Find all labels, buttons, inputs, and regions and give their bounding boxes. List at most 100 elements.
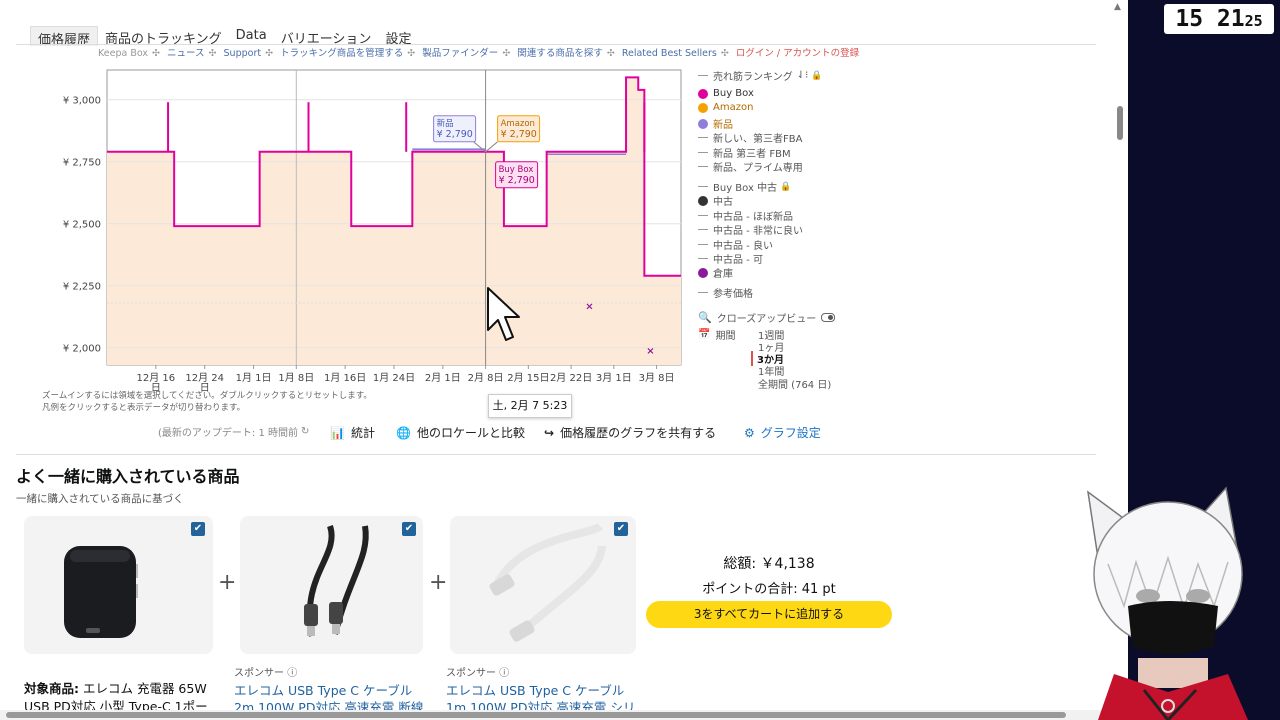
calendar-icon: 📅 xyxy=(698,329,711,340)
price-history-chart[interactable]: ¥ 3,000¥ 2,750¥ 2,500¥ 2,250¥ 2,00012月 1… xyxy=(40,62,700,392)
last-update: (最新のアップデート: 1 時間前 ↻ xyxy=(158,426,310,439)
scroll-up-arrow-icon[interactable]: ▲ xyxy=(1114,2,1121,12)
y-tick-label: ¥ 2,750 xyxy=(63,158,101,169)
bar-chart-icon: ⇃⁝ xyxy=(796,70,809,81)
legend-item[interactable]: 倉庫 xyxy=(698,265,733,280)
x-tick-label: 2月 15日 xyxy=(507,372,549,384)
legend-item[interactable]: 中古品 - 良い xyxy=(698,237,773,252)
manage-tracking-link[interactable]: トラッキング商品を管理する xyxy=(280,48,403,59)
y-tick-label: ¥ 2,500 xyxy=(63,220,101,231)
legend-dash-icon xyxy=(698,186,708,187)
y-tick-label: ¥ 2,250 xyxy=(63,282,101,293)
product-card-charger[interactable]: ✔ xyxy=(24,516,213,654)
tab-settings[interactable]: 設定 xyxy=(378,26,418,47)
legend-label: 新品 xyxy=(713,120,733,131)
legend-item[interactable]: Amazon xyxy=(698,102,753,113)
checkbox-white-cable[interactable]: ✔ xyxy=(614,522,628,536)
buy-box-price-tooltip-value: ¥ 2,790 xyxy=(499,175,535,186)
x-tick-label: 1月 1日 xyxy=(236,372,272,384)
refresh-icon[interactable]: ↻ xyxy=(301,426,309,437)
y-tick-label: ¥ 3,000 xyxy=(63,96,101,107)
charger-image xyxy=(64,546,138,638)
login-link[interactable]: ログイン / アカウントの登録 xyxy=(736,48,859,59)
tab-price-history[interactable]: 価格履歴 xyxy=(30,26,99,48)
tab-data[interactable]: Data xyxy=(229,26,274,46)
legend-item[interactable]: 中古 xyxy=(698,193,733,208)
legend-item[interactable]: 新しい、第三者FBA xyxy=(698,130,802,145)
toggle-icon xyxy=(821,313,836,322)
x-tick-label: 1月 24日 xyxy=(373,372,415,384)
related-products-link[interactable]: 関連する商品を探す xyxy=(517,48,603,59)
keepa-box-link[interactable]: Keepa Box xyxy=(98,48,148,59)
legend-dot-icon xyxy=(698,118,708,129)
related-best-sellers-link[interactable]: Related Best Sellers xyxy=(622,48,717,59)
legend-item[interactable]: 中古品 - 可 xyxy=(698,251,763,266)
x-tick-label: 3月 8日 xyxy=(639,372,675,384)
plus-icon: + xyxy=(218,570,237,595)
product-card-black-cable[interactable]: ✔ xyxy=(240,516,423,654)
legend-sales-rank[interactable]: 売れ筋ランキング ⇃⁝ 🔒 xyxy=(698,68,822,83)
stats-icon: 📊 xyxy=(330,425,345,440)
period-label: 📅 期間 xyxy=(698,329,736,342)
scrollbar-thumb[interactable] xyxy=(1117,106,1123,140)
support-link[interactable]: Support xyxy=(224,48,262,59)
keepa-links: Keepa Box ✣ ニュース ✣ Support ✣ トラッキング商品を管理する ✣… xyxy=(98,48,860,59)
graph-settings-button[interactable]: ⚙ グラフ設定 xyxy=(744,424,821,441)
legend-label: Amazon xyxy=(713,102,754,113)
fbt-heading: よく一緒に購入されている商品 xyxy=(16,467,240,486)
x-tick-label: 2月 22日 xyxy=(550,372,592,384)
gear-icon: ⚙ xyxy=(744,425,755,440)
legend-label: 新しい、第三者FBA xyxy=(713,134,803,145)
legend-item[interactable]: 新品、プライム専用 xyxy=(698,159,803,174)
legend-item[interactable]: 中古品 - ほぼ新品 xyxy=(698,208,793,223)
lock-icon: 🔒 xyxy=(780,181,792,192)
legend-label: 中古品 - 良い xyxy=(713,241,773,252)
product-finder-link[interactable]: 製品ファインダー xyxy=(422,48,498,59)
legend-item[interactable]: Buy Box xyxy=(698,88,754,99)
main-product-title: 対象商品: エレコム 充電器 65W xyxy=(24,681,207,696)
horizontal-scrollbar-thumb[interactable] xyxy=(6,712,1066,718)
fbt-subheading: 一緒に購入されている商品に基づく xyxy=(16,493,184,505)
legend-label: 中古品 - ほぼ新品 xyxy=(713,212,793,223)
stats-button[interactable]: 📊 統計 xyxy=(330,424,375,441)
stream-clock: 15 2125 xyxy=(1164,4,1274,34)
globe-icon: 🌐 xyxy=(396,425,411,440)
warehouse-point: × xyxy=(585,302,593,313)
tab-tracking[interactable]: 商品のトラッキング xyxy=(98,26,229,47)
share-graph-button[interactable]: ↪ 価格履歴のグラフを共有する xyxy=(544,424,716,441)
info-icon[interactable]: ⓘ xyxy=(287,668,297,679)
y-tick-label: ¥ 2,000 xyxy=(63,344,101,355)
sponsor-label: スポンサー ⓘ xyxy=(234,668,298,679)
legend-item[interactable]: Buy Box 中古 🔒 xyxy=(698,179,791,194)
total-price: 総額: ￥4,138 xyxy=(723,556,815,572)
legend-item[interactable]: 新品 第三者 FBM xyxy=(698,145,791,160)
closeup-toggle[interactable]: 🔍 クローズアップビュー xyxy=(698,310,836,325)
checkbox-charger[interactable]: ✔ xyxy=(191,522,205,536)
product-card-white-cable[interactable]: ✔ xyxy=(450,516,636,654)
tab-variations[interactable]: バリエーション xyxy=(274,26,379,47)
add-all-to-cart-button[interactable]: 3をすべてカートに追加する xyxy=(646,601,892,628)
new-price-tooltip-value: ¥ 2,790 xyxy=(437,129,473,140)
legend-dash-icon xyxy=(698,166,708,167)
legend-dot-icon xyxy=(698,195,708,206)
legend-dash-icon xyxy=(698,292,708,293)
search-icon: 🔍 xyxy=(698,311,712,324)
compare-locales-button[interactable]: 🌐 他のロケールと比較 xyxy=(396,424,525,441)
legend-dash-icon xyxy=(698,137,708,138)
warehouse-point: × xyxy=(646,346,654,357)
legend-dot-icon xyxy=(698,267,708,278)
info-icon[interactable]: ⓘ xyxy=(499,668,509,679)
legend-label: 中古品 - 非常に良い xyxy=(713,226,803,237)
x-tick-label: 1月 16日 xyxy=(324,372,366,384)
checkbox-black-cable[interactable]: ✔ xyxy=(402,522,416,536)
white-cable-image xyxy=(489,522,606,642)
news-link[interactable]: ニュース xyxy=(167,48,205,59)
legend-item[interactable]: 新品 xyxy=(698,116,733,131)
legend-item[interactable]: 参考価格 xyxy=(698,285,753,300)
share-icon: ↪ xyxy=(544,425,555,440)
horizontal-scrollbar[interactable] xyxy=(0,710,1112,720)
vtuber-avatar xyxy=(1086,486,1248,720)
buy-box-price-tooltip-label: Buy Box xyxy=(499,165,534,175)
period-option[interactable]: 全期間 (764 日) xyxy=(758,376,831,391)
legend-item[interactable]: 中古品 - 非常に良い xyxy=(698,222,803,237)
